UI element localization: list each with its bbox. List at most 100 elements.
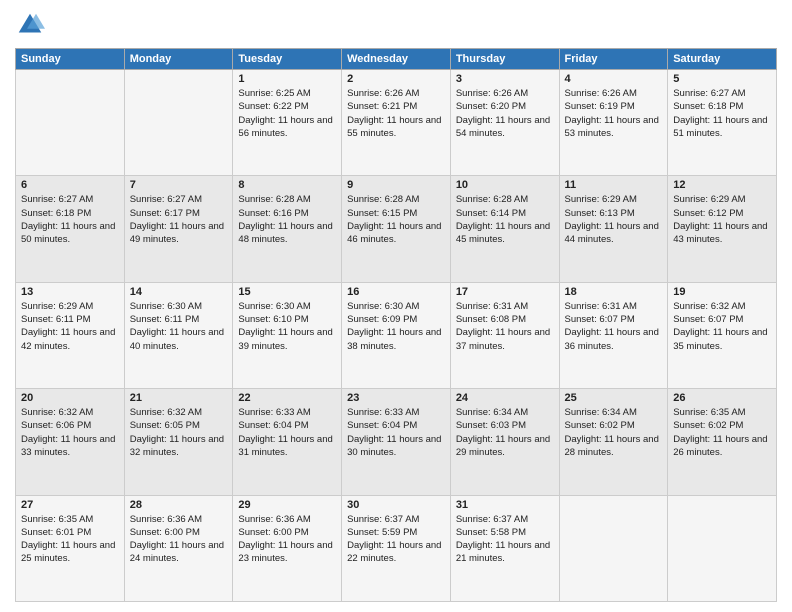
day-number: 2 <box>347 73 445 85</box>
day-cell <box>559 495 668 601</box>
day-cell <box>16 70 125 176</box>
day-info: Sunrise: 6:36 AM Sunset: 6:00 PM Dayligh… <box>130 513 228 566</box>
day-number: 7 <box>130 179 228 191</box>
day-cell: 20 Sunrise: 6:32 AM Sunset: 6:06 PM Dayli… <box>16 389 125 495</box>
week-row-5: 27 Sunrise: 6:35 AM Sunset: 6:01 PM Dayli… <box>16 495 777 601</box>
day-cell <box>124 70 233 176</box>
day-info: Sunrise: 6:35 AM Sunset: 6:01 PM Dayligh… <box>21 513 119 566</box>
week-row-1: 1 Sunrise: 6:25 AM Sunset: 6:22 PM Daylig… <box>16 70 777 176</box>
day-info: Sunrise: 6:28 AM Sunset: 6:15 PM Dayligh… <box>347 193 445 246</box>
day-cell: 29 Sunrise: 6:36 AM Sunset: 6:00 PM Dayli… <box>233 495 342 601</box>
day-number: 19 <box>673 286 771 298</box>
day-cell: 5 Sunrise: 6:27 AM Sunset: 6:18 PM Daylig… <box>668 70 777 176</box>
day-cell: 4 Sunrise: 6:26 AM Sunset: 6:19 PM Daylig… <box>559 70 668 176</box>
day-number: 3 <box>456 73 554 85</box>
day-number: 16 <box>347 286 445 298</box>
day-info: Sunrise: 6:34 AM Sunset: 6:02 PM Dayligh… <box>565 406 663 459</box>
day-cell: 28 Sunrise: 6:36 AM Sunset: 6:00 PM Dayli… <box>124 495 233 601</box>
day-cell: 24 Sunrise: 6:34 AM Sunset: 6:03 PM Dayli… <box>450 389 559 495</box>
day-number: 4 <box>565 73 663 85</box>
day-number: 26 <box>673 392 771 404</box>
day-number: 22 <box>238 392 336 404</box>
day-info: Sunrise: 6:37 AM Sunset: 5:58 PM Dayligh… <box>456 513 554 566</box>
week-row-4: 20 Sunrise: 6:32 AM Sunset: 6:06 PM Dayli… <box>16 389 777 495</box>
day-number: 9 <box>347 179 445 191</box>
day-info: Sunrise: 6:29 AM Sunset: 6:11 PM Dayligh… <box>21 300 119 353</box>
day-info: Sunrise: 6:36 AM Sunset: 6:00 PM Dayligh… <box>238 513 336 566</box>
day-info: Sunrise: 6:35 AM Sunset: 6:02 PM Dayligh… <box>673 406 771 459</box>
day-cell: 27 Sunrise: 6:35 AM Sunset: 6:01 PM Dayli… <box>16 495 125 601</box>
day-cell: 6Sunrise: 6:27 AM Sunset: 6:18 PM Daylig… <box>16 176 125 282</box>
day-info: Sunrise: 6:28 AM Sunset: 6:14 PM Dayligh… <box>456 193 554 246</box>
day-number: 29 <box>238 499 336 511</box>
day-number: 23 <box>347 392 445 404</box>
day-cell: 15 Sunrise: 6:30 AM Sunset: 6:10 PM Dayli… <box>233 282 342 388</box>
day-info: Sunrise: 6:32 AM Sunset: 6:06 PM Dayligh… <box>21 406 119 459</box>
day-number: 1 <box>238 73 336 85</box>
day-cell: 18 Sunrise: 6:31 AM Sunset: 6:07 PM Dayli… <box>559 282 668 388</box>
day-cell: 19 Sunrise: 6:32 AM Sunset: 6:07 PM Dayli… <box>668 282 777 388</box>
day-number: 25 <box>565 392 663 404</box>
weekday-header-friday: Friday <box>559 49 668 70</box>
day-info: Sunrise: 6:32 AM Sunset: 6:07 PM Dayligh… <box>673 300 771 353</box>
day-info: Sunrise: 6:26 AM Sunset: 6:20 PM Dayligh… <box>456 87 554 140</box>
day-info: Sunrise: 6:31 AM Sunset: 6:07 PM Dayligh… <box>565 300 663 353</box>
day-number: 13 <box>21 286 119 298</box>
day-info: Sunrise: 6:27 AM Sunset: 6:18 PM Dayligh… <box>673 87 771 140</box>
day-info: Sunrise: 6:31 AM Sunset: 6:08 PM Dayligh… <box>456 300 554 353</box>
day-cell: 13 Sunrise: 6:29 AM Sunset: 6:11 PM Dayli… <box>16 282 125 388</box>
day-info: Sunrise: 6:27 AM Sunset: 6:18 PM Dayligh… <box>21 193 119 246</box>
day-number: 10 <box>456 179 554 191</box>
day-cell: 25 Sunrise: 6:34 AM Sunset: 6:02 PM Dayli… <box>559 389 668 495</box>
day-number: 24 <box>456 392 554 404</box>
day-number: 15 <box>238 286 336 298</box>
weekday-header-monday: Monday <box>124 49 233 70</box>
day-info: Sunrise: 6:30 AM Sunset: 6:10 PM Dayligh… <box>238 300 336 353</box>
day-info: Sunrise: 6:29 AM Sunset: 6:12 PM Dayligh… <box>673 193 771 246</box>
page: SundayMondayTuesdayWednesdayThursdayFrid… <box>0 0 792 612</box>
day-number: 28 <box>130 499 228 511</box>
day-number: 21 <box>130 392 228 404</box>
day-info: Sunrise: 6:34 AM Sunset: 6:03 PM Dayligh… <box>456 406 554 459</box>
day-cell: 21Sunrise: 6:32 AM Sunset: 6:05 PM Dayli… <box>124 389 233 495</box>
weekday-header-thursday: Thursday <box>450 49 559 70</box>
logo-icon <box>15 10 45 40</box>
day-number: 20 <box>21 392 119 404</box>
day-cell: 30Sunrise: 6:37 AM Sunset: 5:59 PM Dayli… <box>342 495 451 601</box>
day-number: 5 <box>673 73 771 85</box>
day-info: Sunrise: 6:30 AM Sunset: 6:11 PM Dayligh… <box>130 300 228 353</box>
day-cell <box>668 495 777 601</box>
day-cell: 26 Sunrise: 6:35 AM Sunset: 6:02 PM Dayli… <box>668 389 777 495</box>
day-cell: 2 Sunrise: 6:26 AM Sunset: 6:21 PM Daylig… <box>342 70 451 176</box>
weekday-header-tuesday: Tuesday <box>233 49 342 70</box>
day-info: Sunrise: 6:29 AM Sunset: 6:13 PM Dayligh… <box>565 193 663 246</box>
weekday-header-sunday: Sunday <box>16 49 125 70</box>
day-number: 8 <box>238 179 336 191</box>
day-number: 12 <box>673 179 771 191</box>
day-cell: 8 Sunrise: 6:28 AM Sunset: 6:16 PM Daylig… <box>233 176 342 282</box>
day-info: Sunrise: 6:26 AM Sunset: 6:21 PM Dayligh… <box>347 87 445 140</box>
day-cell: 11Sunrise: 6:29 AM Sunset: 6:13 PM Dayli… <box>559 176 668 282</box>
week-row-3: 13 Sunrise: 6:29 AM Sunset: 6:11 PM Dayli… <box>16 282 777 388</box>
day-number: 17 <box>456 286 554 298</box>
day-info: Sunrise: 6:25 AM Sunset: 6:22 PM Dayligh… <box>238 87 336 140</box>
weekday-header-row: SundayMondayTuesdayWednesdayThursdayFrid… <box>16 49 777 70</box>
day-cell: 31 Sunrise: 6:37 AM Sunset: 5:58 PM Dayli… <box>450 495 559 601</box>
day-info: Sunrise: 6:33 AM Sunset: 6:04 PM Dayligh… <box>238 406 336 459</box>
week-row-2: 6Sunrise: 6:27 AM Sunset: 6:18 PM Daylig… <box>16 176 777 282</box>
header <box>15 10 777 40</box>
day-info: Sunrise: 6:28 AM Sunset: 6:16 PM Dayligh… <box>238 193 336 246</box>
logo <box>15 10 49 40</box>
day-cell: 10 Sunrise: 6:28 AM Sunset: 6:14 PM Dayli… <box>450 176 559 282</box>
day-cell: 9 Sunrise: 6:28 AM Sunset: 6:15 PM Daylig… <box>342 176 451 282</box>
day-number: 31 <box>456 499 554 511</box>
day-info: Sunrise: 6:26 AM Sunset: 6:19 PM Dayligh… <box>565 87 663 140</box>
day-cell: 3 Sunrise: 6:26 AM Sunset: 6:20 PM Daylig… <box>450 70 559 176</box>
day-number: 27 <box>21 499 119 511</box>
day-cell: 22 Sunrise: 6:33 AM Sunset: 6:04 PM Dayli… <box>233 389 342 495</box>
day-number: 14 <box>130 286 228 298</box>
day-number: 18 <box>565 286 663 298</box>
day-info: Sunrise: 6:30 AM Sunset: 6:09 PM Dayligh… <box>347 300 445 353</box>
day-cell: 16 Sunrise: 6:30 AM Sunset: 6:09 PM Dayli… <box>342 282 451 388</box>
calendar: SundayMondayTuesdayWednesdayThursdayFrid… <box>15 48 777 602</box>
